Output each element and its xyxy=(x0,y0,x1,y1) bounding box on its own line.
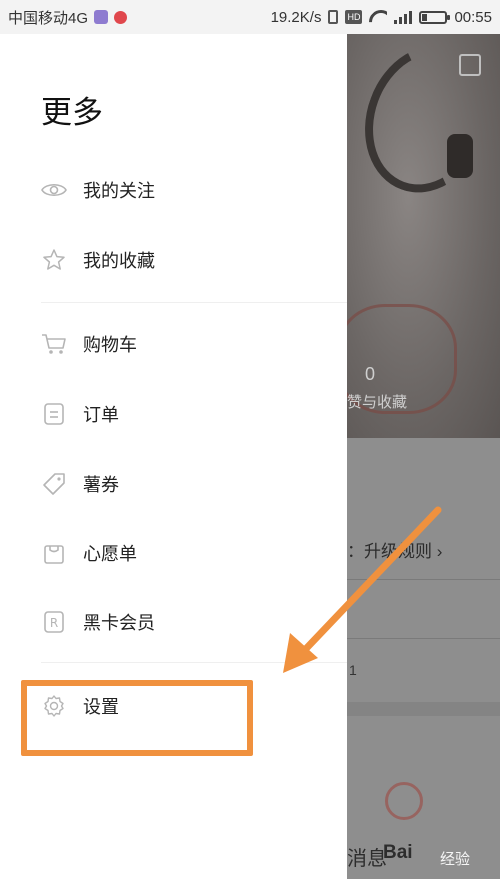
network-speed: 19.2K/s xyxy=(270,8,322,26)
watermark-suffix: 经验 xyxy=(440,851,471,868)
tag-icon xyxy=(41,471,67,497)
count-value: 1 xyxy=(349,662,357,678)
status-bar: 中国移动4G 19.2K/s HD 00:55 xyxy=(0,0,500,34)
menu-item-orders[interactable]: 订单 xyxy=(41,391,331,437)
bag-icon xyxy=(41,540,67,566)
menu-item-label: 黑卡会员 xyxy=(83,613,155,633)
drawer-title: 更多 xyxy=(41,95,103,130)
divider xyxy=(347,579,500,580)
menu-item-favorites[interactable]: 我的收藏 xyxy=(41,237,331,283)
menu-item-wishlist[interactable]: 心愿单 xyxy=(41,530,331,576)
menu-item-label: 心愿单 xyxy=(83,544,137,564)
signal-icon xyxy=(394,10,413,24)
level-rules-link: ：升级规则 › xyxy=(347,542,443,561)
clock: 00:55 xyxy=(454,8,492,26)
headset-icon xyxy=(385,782,423,820)
divider xyxy=(347,638,500,639)
wifi-icon xyxy=(369,10,387,24)
message-tab-label: 消息 xyxy=(347,848,387,870)
star-icon xyxy=(41,247,67,273)
vibrate-icon xyxy=(328,10,339,24)
menu-item-label: 订单 xyxy=(83,405,119,425)
cart-icon xyxy=(41,331,67,357)
section-gap xyxy=(347,702,500,716)
order-icon xyxy=(41,401,67,427)
menu-item-label: 薯券 xyxy=(83,475,119,495)
menu-item-label: 我的关注 xyxy=(83,181,155,201)
divider xyxy=(41,302,347,303)
settings-highlight-box xyxy=(21,680,253,756)
eye-icon xyxy=(41,177,67,203)
menu-item-label: 我的收藏 xyxy=(83,251,155,271)
gallery-notification-icon xyxy=(94,10,109,24)
watermark-brand: Bai xyxy=(383,842,413,863)
share-icon xyxy=(459,54,481,76)
profile-body xyxy=(347,438,500,879)
divider xyxy=(41,662,347,663)
r-badge-icon: R xyxy=(41,609,67,635)
svg-text:R: R xyxy=(50,616,58,630)
menu-item-following[interactable]: 我的关注 xyxy=(41,167,331,213)
menu-item-coupons[interactable]: 薯券 xyxy=(41,461,331,507)
likes-count: 0 xyxy=(365,364,376,384)
carrier-label: 中国移动4G xyxy=(8,9,89,27)
hd-icon: HD xyxy=(345,10,363,24)
battery-icon xyxy=(419,10,451,24)
menu-item-cart[interactable]: 购物车 xyxy=(41,321,331,367)
menu-item-black-card[interactable]: R 黑卡会员 xyxy=(41,599,331,645)
menu-item-label: 购物车 xyxy=(83,335,137,355)
background-app[interactable]: 0 赞与收藏 ：升级规则 › 1 消息 Bai 经验 xyxy=(347,34,500,879)
app-notification-icon xyxy=(114,10,128,24)
likes-label: 赞与收藏 xyxy=(347,394,408,411)
